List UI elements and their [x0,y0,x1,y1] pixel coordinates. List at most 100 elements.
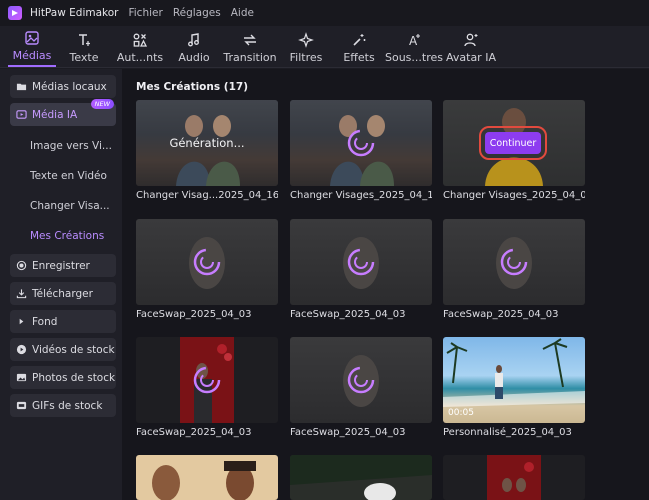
media-card[interactable] [136,455,278,500]
sidebar-item-label: Enregistrer [32,259,90,272]
media-card[interactable] [290,455,432,500]
sidebar-item-label: Vidéos de stock [32,343,115,356]
continue-button[interactable]: Continuer [479,126,547,160]
media-thumbnail[interactable] [136,455,278,500]
media-card[interactable]: 00:05 Personnalisé_2025_04_03 [443,337,585,438]
loading-spinner-icon [500,248,528,276]
tab-label: Aut...nts [116,51,164,64]
elements-icon [133,33,148,47]
loading-spinner-icon [193,248,221,276]
media-caption: Changer Visages_2025_04_16 [290,190,432,201]
menu-reglages[interactable]: Réglages [173,7,221,19]
menu-aide[interactable]: Aide [231,7,254,19]
sidebar-item-label: Photos de stock [32,371,116,384]
avatar-icon [464,33,478,47]
ai-media-icon [16,110,27,119]
sidebar-item-label: Média IA [32,108,78,121]
sidebar-sub-changer-visages[interactable]: Changer Visa... [10,191,116,221]
loading-spinner-icon [193,366,221,394]
tab-filtres[interactable]: Filtres [280,27,332,67]
media-library: Mes Créations (17) Génération... Changer… [122,69,649,500]
tab-elements[interactable]: Aut...nts [112,27,168,67]
tab-avatar-ia[interactable]: Avatar IA [442,27,500,67]
sidebar-item-gifs-de-stock[interactable]: GIFs de stock [10,394,116,417]
sidebar-sub-mes-creations[interactable]: Mes Créations [10,221,116,251]
tab-label: Texte [69,51,99,64]
sidebar-item-medias-locaux[interactable]: Médias locaux [10,75,116,98]
video-stock-icon [16,344,27,355]
media-card[interactable]: Génération... Changer Visag...2025_04_16… [136,100,278,201]
media-thumbnail[interactable] [136,219,278,305]
sidebar-item-photos-de-stock[interactable]: Photos de stock [10,366,116,389]
media-card[interactable] [443,455,585,500]
media-thumbnail[interactable] [136,337,278,423]
sidebar-item-label: Fond [32,315,58,328]
thumbnail-image [487,455,541,500]
record-icon [16,260,27,271]
sidebar-sub-texte-en-video[interactable]: Texte en Vidéo [10,161,116,191]
download-icon [16,289,27,299]
transition-arrows-icon [244,34,256,46]
tab-audio[interactable]: Audio [168,27,220,67]
triangle-right-icon [19,318,24,325]
media-card[interactable]: FaceSwap_2025_04_03 [290,337,432,438]
media-card[interactable]: Continuer Changer Visages_2025_04_09 [443,100,585,201]
media-caption: FaceSwap_2025_04_03 [290,427,406,438]
tab-label: Transition [223,51,277,64]
app-logo-icon [8,6,22,20]
loading-spinner-icon [347,248,375,276]
sidebar-item-fond[interactable]: Fond [10,310,116,333]
loading-spinner-icon [347,129,375,157]
new-badge: NEW [90,99,114,109]
title-bar: HitPaw Edimakor Fichier Réglages Aide [0,0,649,26]
tab-label: Médias [12,49,52,62]
media-card[interactable]: FaceSwap_2025_04_03 [136,337,278,438]
tab-effets[interactable]: Effets [332,27,386,67]
loading-spinner-icon [347,366,375,394]
media-card[interactable]: Changer Visages_2025_04_16 [290,100,432,201]
media-thumbnail[interactable]: Continuer [443,100,585,186]
tab-label: Avatar IA [446,51,496,64]
media-caption: FaceSwap_2025_04_03 [136,309,252,320]
sidebar-item-media-ia[interactable]: Média IA NEW [10,99,116,126]
media-card[interactable]: FaceSwap_2025_04_03 [443,219,585,320]
tab-transition[interactable]: Transition [220,27,280,67]
media-thumbnail[interactable]: Génération... [136,100,278,186]
media-caption: Personnalisé_2025_04_03 [443,427,572,438]
tab-label: Effets [343,51,375,64]
music-note-icon [188,33,199,47]
effects-icon [353,34,366,46]
media-thumbnail[interactable] [290,337,432,423]
tab-sous-titres[interactable]: A Sous...tres [385,27,443,67]
media-card[interactable]: FaceSwap_2025_04_03 [136,219,278,320]
sidebar: Médias locaux Média IA NEW Image vers Vi… [0,69,122,500]
sidebar-item-label: Médias locaux [32,80,107,93]
sidebar-sub-image-vers-video[interactable]: Image vers Vi... [10,131,116,161]
tab-label: Filtres [289,51,323,64]
main-toolbar: Médias Texte Aut...nts Audio Transition … [0,26,649,68]
tab-medias[interactable]: Médias [8,27,56,67]
app-title: HitPaw Edimakor [30,7,119,19]
media-thumbnail[interactable] [290,219,432,305]
tab-label: Audio [178,51,210,64]
media-thumbnail[interactable] [443,455,585,500]
sparkle-icon [298,32,314,48]
menu-fichier[interactable]: Fichier [128,7,162,19]
media-icon [25,31,39,45]
sidebar-item-label: GIFs de stock [32,399,103,412]
gif-icon [16,401,27,410]
sidebar-item-telecharger[interactable]: Télécharger [10,282,116,305]
thumbnail-image [152,461,256,500]
media-thumbnail[interactable] [290,455,432,500]
media-thumbnail[interactable] [443,219,585,305]
folder-icon [16,83,27,91]
media-thumbnail[interactable]: 00:05 [443,337,585,423]
sidebar-item-videos-de-stock[interactable]: Vidéos de stock [10,338,116,361]
sidebar-item-label: Télécharger [32,287,93,300]
generating-label: Génération... [169,136,245,150]
media-card[interactable]: FaceSwap_2025_04_03 [290,219,432,320]
sidebar-item-enregistrer[interactable]: Enregistrer [10,254,116,277]
tab-texte[interactable]: Texte [56,27,112,67]
media-thumbnail[interactable] [290,100,432,186]
scrollbar[interactable] [645,69,649,500]
